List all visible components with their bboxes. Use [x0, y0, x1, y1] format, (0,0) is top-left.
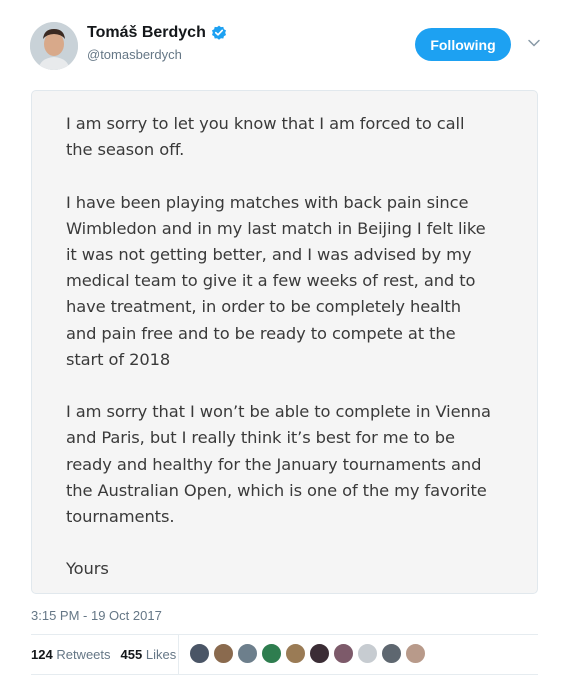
- statement-signoff: Yours: [66, 559, 109, 579]
- likes-label: Likes: [145, 647, 177, 662]
- tweet-header: Tomáš Berdych @tomasberdych Following: [30, 22, 541, 70]
- liker-avatar-3[interactable]: [237, 643, 258, 664]
- user-names: Tomáš Berdych @tomasberdych: [87, 24, 227, 62]
- retweets-stat[interactable]: 124 Retweets: [31, 647, 111, 662]
- tweet: Tomáš Berdych @tomasberdych Following I …: [0, 0, 571, 683]
- likes-count: 455: [120, 647, 143, 662]
- statement-paragraph: I have been playing matches with back pa…: [66, 192, 486, 369]
- likes-stat[interactable]: 455 Likes: [121, 647, 177, 662]
- retweets-count: 124: [31, 647, 53, 662]
- following-button[interactable]: Following: [415, 28, 511, 61]
- liker-avatar-4[interactable]: [261, 643, 282, 664]
- liker-avatar-8[interactable]: [357, 643, 378, 664]
- liker-avatar-6[interactable]: [309, 643, 330, 664]
- tweet-stats: 124 Retweets 455 Likes: [31, 647, 176, 662]
- statement-paragraph: I am sorry that I won’t be able to compl…: [66, 402, 491, 527]
- user-handle[interactable]: @tomasberdych: [87, 47, 227, 62]
- liker-avatar-2[interactable]: [213, 643, 234, 664]
- display-name[interactable]: Tomáš Berdych: [87, 24, 206, 42]
- statement-paragraph: I am sorry to let you know that I am for…: [66, 114, 465, 160]
- chevron-down-icon[interactable]: [527, 36, 541, 50]
- tweet-timestamp[interactable]: 3:15 PM - 19 Oct 2017: [31, 608, 162, 623]
- statement-image[interactable]: I am sorry to let you know that I am for…: [31, 90, 538, 594]
- liker-avatar-7[interactable]: [333, 643, 354, 664]
- display-name-row[interactable]: Tomáš Berdych: [87, 24, 227, 42]
- liker-avatar-9[interactable]: [381, 643, 402, 664]
- liker-avatar-10[interactable]: [405, 643, 426, 664]
- liker-avatar-5[interactable]: [285, 643, 306, 664]
- statement-text: I am sorry to let you know that I am for…: [66, 111, 526, 593]
- avatar-image: [30, 22, 78, 70]
- verified-badge-icon: [211, 25, 227, 41]
- divider: [178, 634, 179, 674]
- divider: [31, 674, 538, 675]
- avatar[interactable]: [30, 22, 78, 70]
- liker-avatars: [189, 643, 426, 664]
- liker-avatar-1[interactable]: [189, 643, 210, 664]
- retweets-label: Retweets: [56, 647, 111, 662]
- divider: [31, 634, 538, 635]
